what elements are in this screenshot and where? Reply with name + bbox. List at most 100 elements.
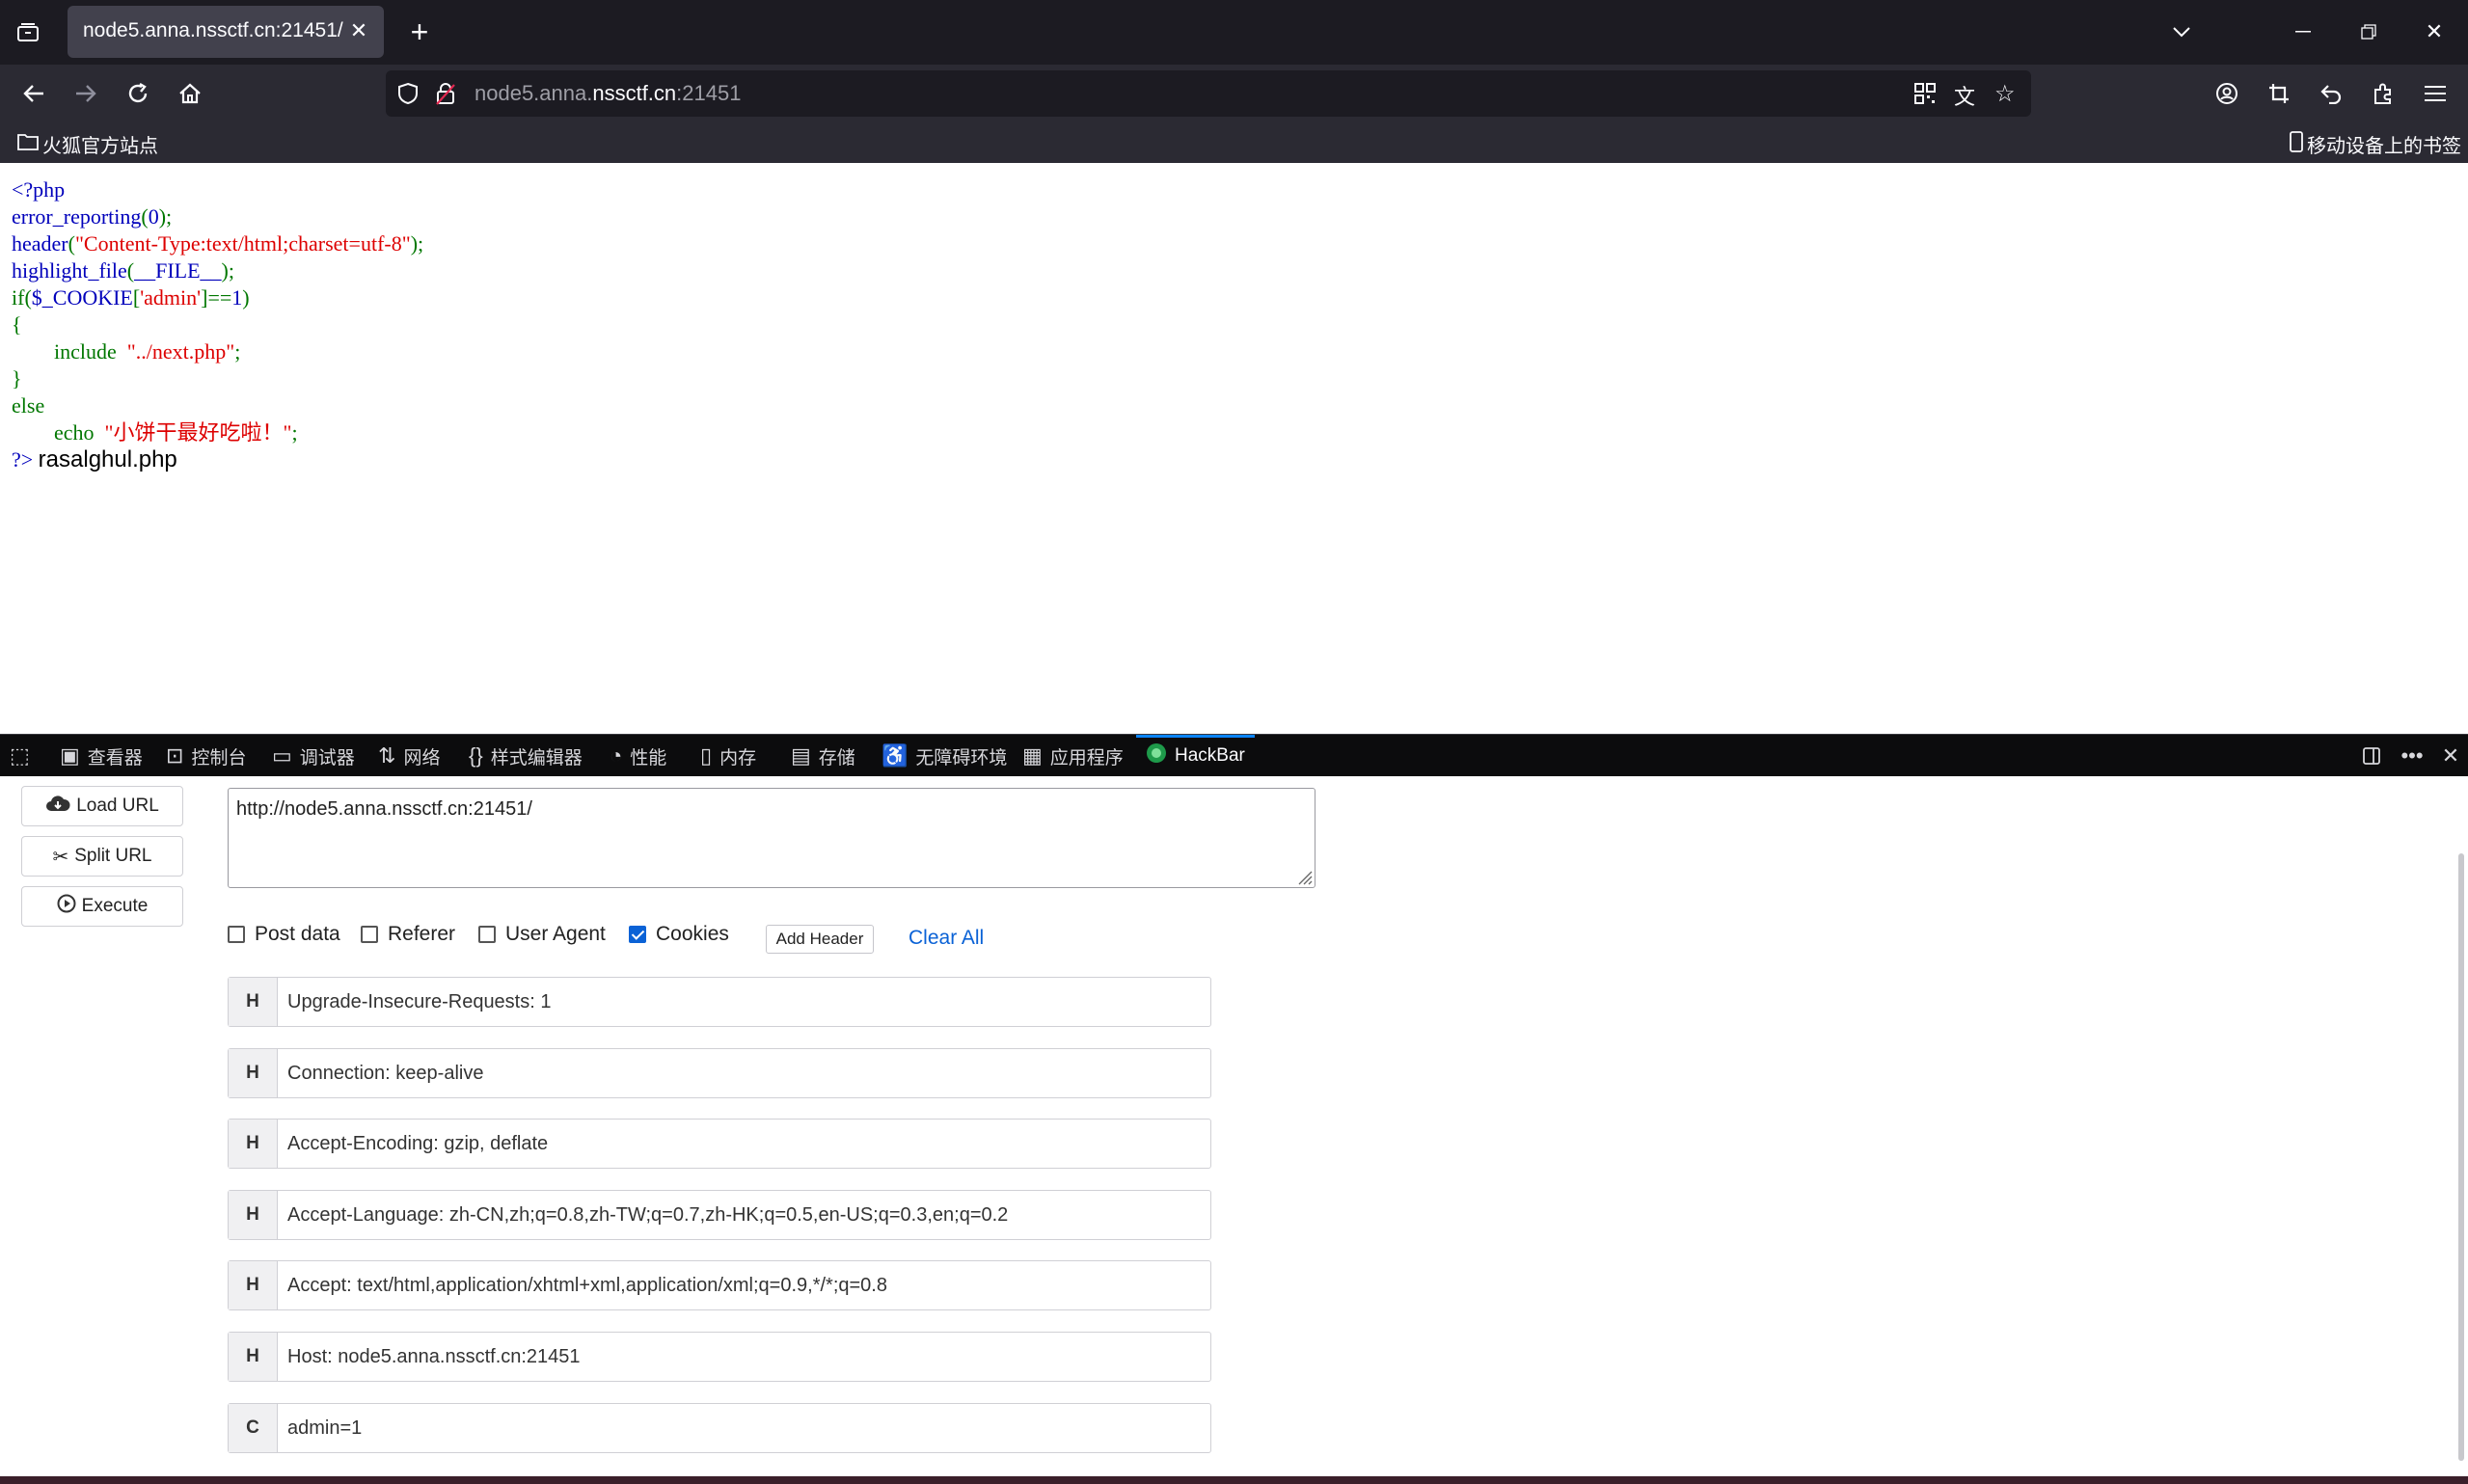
tab-network[interactable]: ⇅ 网络 (378, 735, 440, 777)
header-row[interactable]: H Accept: text/html,application/xhtml+xml… (228, 1260, 1211, 1310)
header-value[interactable]: Upgrade-Insecure-Requests: 1 (278, 978, 1210, 1026)
element-picker-icon[interactable]: ⬚ (10, 735, 30, 777)
cookie-value[interactable]: admin=1 (278, 1404, 1210, 1452)
code-token: 'admin' (140, 285, 202, 310)
header-value[interactable]: Accept-Language: zh-CN,zh;q=0.8,zh-TW;q=… (278, 1191, 1210, 1239)
mobile-device-icon (2290, 130, 2303, 158)
code-token: 0 (148, 204, 159, 229)
tab-label: 无障碍环境 (915, 747, 1008, 769)
execute-button[interactable]: Execute (21, 886, 183, 927)
header-value[interactable]: Host: node5.anna.nssctf.cn:21451 (278, 1333, 1210, 1381)
url-text[interactable]: node5.anna.nssctf.cn:21451 (475, 81, 741, 106)
clear-all-link[interactable]: Clear All (909, 927, 984, 950)
hackbar-panel: Load URL ✂ Split URL Execute http://node… (0, 776, 2468, 1484)
cloud-download-icon (45, 794, 70, 819)
header-row[interactable]: H Accept-Encoding: gzip, deflate (228, 1119, 1211, 1169)
tab-debugger[interactable]: ▭ 调试器 (272, 735, 355, 777)
header-value[interactable]: Accept-Encoding: gzip, deflate (278, 1120, 1210, 1168)
split-url-button[interactable]: ✂ Split URL (21, 836, 183, 877)
load-url-button[interactable]: Load URL (21, 786, 183, 826)
tab-title: node5.anna.nssctf.cn:21451/ (83, 19, 343, 41)
qr-code-icon[interactable] (1913, 82, 1937, 110)
button-label: Split URL (74, 846, 152, 866)
close-tab-icon[interactable]: ✕ (343, 15, 374, 46)
code-token: ( (141, 204, 149, 229)
storage-icon: ▤ (791, 743, 811, 768)
performance-icon: ◔ (610, 743, 623, 768)
tab-style-editor[interactable]: {} 样式编辑器 (469, 735, 583, 777)
header-type-tag: H (229, 1049, 278, 1097)
code-token: ; (291, 420, 298, 445)
header-row[interactable]: H Upgrade-Insecure-Requests: 1 (228, 977, 1211, 1027)
menu-icon[interactable] (2415, 73, 2455, 114)
reload-icon[interactable] (118, 73, 158, 114)
insecure-lock-icon[interactable] (436, 82, 455, 110)
header-row[interactable]: H Host: node5.anna.nssctf.cn:21451 (228, 1332, 1211, 1382)
address-bar[interactable]: node5.anna.nssctf.cn:21451 文 ☆ (386, 70, 2031, 117)
account-icon[interactable] (2207, 73, 2247, 114)
url-input[interactable]: http://node5.anna.nssctf.cn:21451/ (228, 788, 1315, 888)
more-options-icon[interactable]: ••• (2398, 742, 2427, 770)
new-tab-icon[interactable]: + (401, 13, 438, 50)
vertical-scrollbar[interactable] (2458, 853, 2464, 1461)
code-token: header (12, 231, 68, 256)
header-row[interactable]: H Accept-Language: zh-CN,zh;q=0.8,zh-TW;q… (228, 1190, 1211, 1240)
checkbox[interactable] (478, 926, 496, 943)
cookies-checkbox[interactable]: Cookies (629, 919, 729, 950)
referer-checkbox[interactable]: Referer (361, 919, 455, 950)
bookmark-folder-firefox[interactable]: 火狐官方站点 (17, 130, 158, 158)
extensions-icon[interactable] (2363, 73, 2403, 114)
checkbox-label: Post data (255, 923, 340, 945)
code-token: ); (410, 231, 424, 256)
screenshot-crop-icon[interactable] (2259, 73, 2299, 114)
code-token: ]== (201, 285, 232, 310)
back-icon[interactable] (14, 73, 54, 114)
code-token: ); (158, 204, 173, 229)
tab-console[interactable]: ⊡ 控制台 (166, 735, 246, 777)
list-all-tabs-icon[interactable] (2153, 10, 2210, 54)
translate-icon[interactable]: 文 (1954, 80, 1975, 111)
tab-memory[interactable]: ▯ 内存 (700, 735, 756, 777)
home-icon[interactable] (170, 73, 210, 114)
tab-application[interactable]: ▦ 应用程序 (1022, 735, 1124, 777)
bookmark-star-icon[interactable]: ☆ (1994, 80, 2016, 108)
code-token: ) (242, 285, 250, 310)
tab-label: 存储 (818, 747, 855, 769)
forward-icon[interactable] (66, 73, 106, 114)
tab-storage[interactable]: ▤ 存储 (791, 735, 855, 777)
minimize-icon[interactable] (2274, 10, 2332, 54)
close-devtools-icon[interactable]: ✕ (2436, 742, 2465, 770)
user-agent-checkbox[interactable]: User Agent (478, 919, 606, 950)
tab-list-icon[interactable] (14, 17, 42, 46)
header-row[interactable]: H Connection: keep-alive (228, 1048, 1211, 1098)
undo-icon[interactable] (2311, 73, 2351, 114)
code-token: include (54, 339, 117, 364)
tab-hackbar[interactable]: HackBar (1136, 735, 1255, 777)
code-token: if( (12, 285, 32, 310)
tab-bar: node5.anna.nssctf.cn:21451/ ✕ + ✕ (0, 0, 2468, 65)
dock-side-icon[interactable] (2357, 742, 2386, 770)
add-header-button[interactable]: Add Header (766, 925, 874, 954)
resize-grip-icon[interactable] (1295, 868, 1313, 885)
post-data-checkbox[interactable]: Post data (228, 919, 340, 950)
url-port: :21451 (676, 81, 742, 105)
shield-icon[interactable] (397, 82, 419, 110)
checkbox[interactable] (361, 926, 378, 943)
header-value[interactable]: Connection: keep-alive (278, 1049, 1210, 1097)
tab-performance[interactable]: ◔ 性能 (610, 735, 666, 777)
cookie-row[interactable]: Cadmin=1 (228, 1403, 1211, 1453)
tab-accessibility[interactable]: ♿ 无障碍环境 (881, 735, 1007, 777)
mobile-bookmarks[interactable]: 移动设备上的书签 (2290, 130, 2461, 158)
header-value[interactable]: Accept: text/html,application/xhtml+xml,… (278, 1261, 1210, 1309)
header-type-tag: C (229, 1404, 278, 1452)
accessibility-icon: ♿ (881, 743, 909, 768)
close-window-icon[interactable]: ✕ (2405, 10, 2463, 54)
url-input-value: http://node5.anna.nssctf.cn:21451/ (236, 798, 532, 820)
browser-tab[interactable]: node5.anna.nssctf.cn:21451/ ✕ (68, 6, 384, 58)
checkbox-checked[interactable] (629, 926, 646, 943)
tab-inspector[interactable]: ▣ 查看器 (60, 735, 143, 777)
url-host-domain: nssctf.cn (592, 81, 677, 105)
restore-icon[interactable] (2340, 10, 2398, 54)
tab-label: 应用程序 (1049, 747, 1124, 769)
checkbox[interactable] (228, 926, 245, 943)
